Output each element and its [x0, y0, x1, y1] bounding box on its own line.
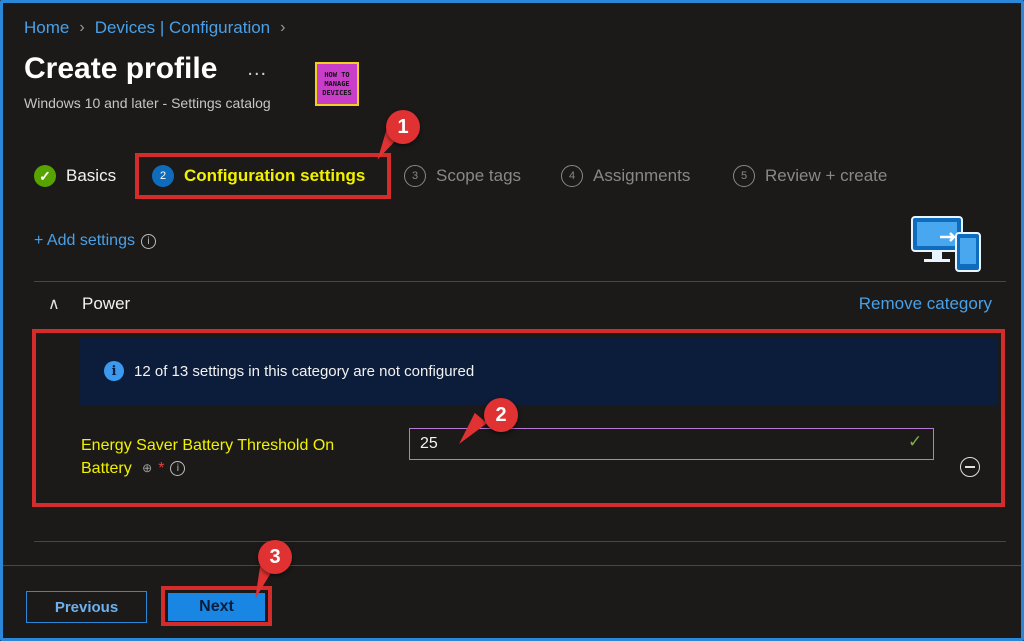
breadcrumb-home[interactable]: Home	[24, 18, 69, 38]
divider	[34, 281, 1006, 282]
step-label: Assignments	[593, 166, 691, 185]
chevron-up-icon[interactable]: ∧	[48, 294, 60, 314]
add-settings-link[interactable]: + Add settings i	[34, 232, 156, 250]
step-label: Basics	[66, 166, 117, 185]
device-configuration-icon	[911, 216, 981, 272]
category-title: Power	[82, 294, 131, 313]
breadcrumb: Home › Devices | Configuration ›	[24, 18, 285, 38]
how-to-manage-devices-logo: HOW TO MANAGE DEVICES	[315, 62, 359, 106]
step-number: 3	[404, 165, 426, 187]
logo-line: MANAGE	[324, 79, 350, 88]
chevron-right-icon: ›	[280, 19, 286, 36]
chevron-right-icon: ›	[79, 19, 85, 36]
annotation-pin-1: 1	[386, 110, 420, 144]
annotation-highlight-box	[32, 329, 1005, 507]
info-icon[interactable]: i	[140, 233, 156, 249]
page-title: Create profile	[24, 52, 218, 85]
previous-button[interactable]: Previous	[26, 591, 147, 623]
logo-line: DEVICES	[322, 88, 352, 97]
step-label: Scope tags	[436, 166, 522, 185]
step-assignments[interactable]: 4 Assignments	[561, 158, 690, 194]
title-row: Create profile ...	[24, 52, 267, 86]
category-header: ∧ Power Remove category	[48, 294, 992, 316]
page-subtitle: Windows 10 and later - Settings catalog	[24, 95, 271, 111]
more-options-button[interactable]: ...	[247, 58, 267, 81]
checkmark-icon: ✓	[34, 165, 56, 187]
annotation-pin-2: 2	[484, 398, 518, 432]
divider	[34, 541, 1006, 542]
annotation-highlight-box	[135, 153, 391, 199]
breadcrumb-devices-configuration[interactable]: Devices | Configuration	[95, 18, 270, 38]
step-scope-tags[interactable]: 3 Scope tags	[404, 158, 521, 194]
annotation-pin-3: 3	[258, 540, 292, 574]
step-review-create[interactable]: 5 Review + create	[733, 158, 887, 194]
step-basics[interactable]: ✓ Basics	[34, 158, 116, 194]
remove-category-link[interactable]: Remove category	[859, 294, 992, 314]
footer-bar	[3, 565, 1021, 638]
step-number: 4	[561, 165, 583, 187]
step-label: Review + create	[765, 166, 888, 185]
logo-line: HOW TO	[324, 70, 350, 79]
add-settings-label: + Add settings	[34, 232, 135, 249]
step-number: 5	[733, 165, 755, 187]
